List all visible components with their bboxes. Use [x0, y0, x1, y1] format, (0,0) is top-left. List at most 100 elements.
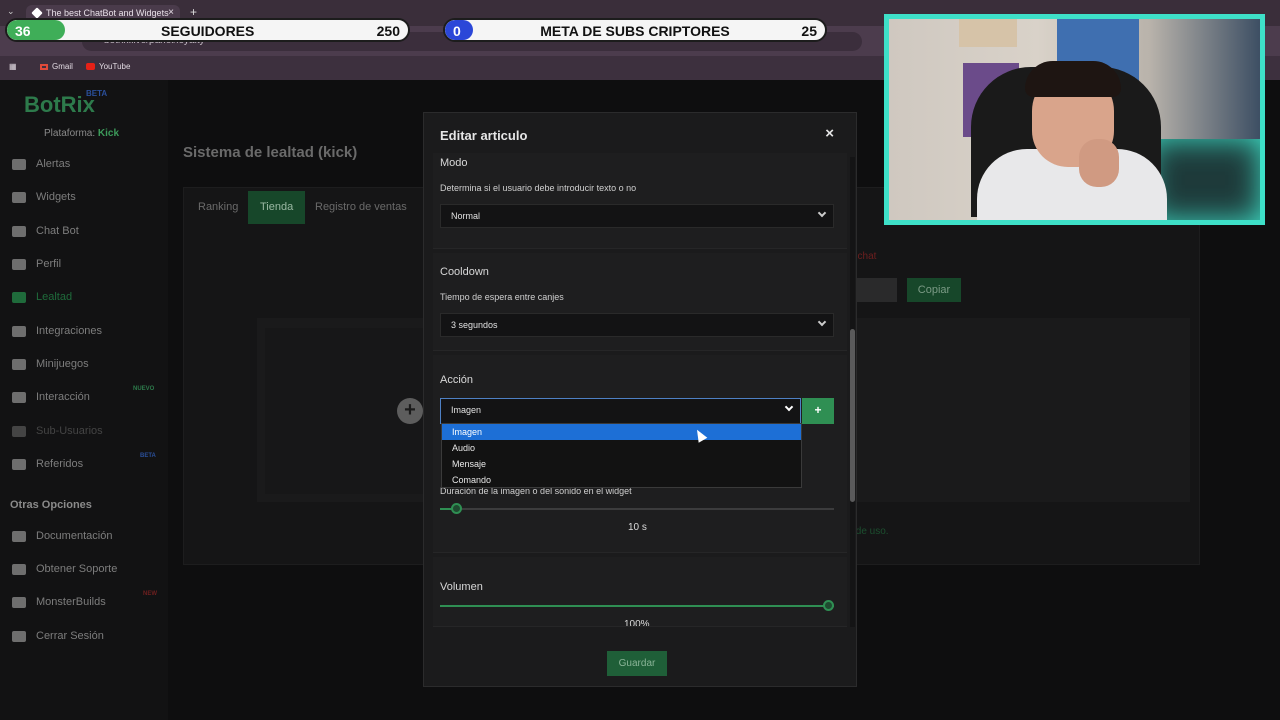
plugin-icon	[12, 325, 26, 337]
bookmark-gmail[interactable]: Gmail	[40, 62, 73, 71]
modo-label: Modo	[440, 157, 468, 169]
tab-close-icon[interactable]: ×	[168, 7, 174, 18]
users-icon	[12, 425, 26, 437]
sidebar-item-label: Minijuegos	[36, 358, 89, 370]
poster	[959, 19, 1017, 47]
tab-title: The best ChatBot and Widgets	[46, 8, 169, 18]
volume-slider-fill	[440, 605, 834, 607]
modo-select[interactable]: Normal	[440, 204, 834, 228]
platform-indicator: Plataforma: Kick	[44, 128, 119, 139]
monitor-icon	[12, 596, 26, 608]
option-imagen[interactable]: Imagen	[442, 424, 801, 440]
modal-title: Editar articulo	[440, 128, 528, 143]
other-option-label: Obtener Soporte	[36, 563, 118, 575]
modo-section: Modo Determina si el usuario debe introd…	[433, 153, 847, 249]
accion-value: Imagen	[451, 405, 482, 415]
bookmark-gmail-label: Gmail	[52, 62, 73, 71]
person-hand	[1079, 139, 1119, 187]
sidebar-badge: NUEVO	[133, 386, 155, 392]
cooldown-desc: Tiempo de espera entre canjes	[440, 292, 564, 302]
webcam-overlay	[884, 14, 1265, 225]
cooldown-value: 3 segundos	[451, 320, 498, 330]
other-option-monsterbuilds[interactable]: MonsterBuilds	[12, 596, 106, 608]
sidebar-item-integraciones[interactable]: Integraciones	[12, 325, 102, 337]
other-option-label: Documentación	[36, 530, 113, 542]
sidebar-item-interacci-n[interactable]: Interacción	[12, 391, 90, 403]
followers-current: 36	[15, 23, 31, 39]
volumen-label: Volumen	[440, 581, 483, 593]
accion-select[interactable]: Imagen	[440, 398, 801, 424]
sidebar-item-sub-usuarios[interactable]: Sub-Usuarios	[12, 425, 103, 437]
other-option-cerrar-sesi-n[interactable]: Cerrar Sesión	[12, 630, 104, 642]
sidebar-item-lealtad[interactable]: Lealtad	[12, 291, 72, 303]
tab-search-icon[interactable]: ⌄	[7, 6, 15, 17]
tab-registro-ventas[interactable]: Registro de ventas	[303, 191, 419, 224]
duration-slider[interactable]	[440, 503, 834, 514]
youtube-icon	[86, 63, 95, 71]
followers-title: SEGUIDORES	[161, 23, 255, 39]
chevron-down-icon	[817, 317, 827, 327]
tab-tienda[interactable]: Tienda	[248, 191, 306, 224]
subs-goal-bar: 0 META DE SUBS CRIPTORES 25	[443, 18, 827, 42]
sidebar-item-chat-bot[interactable]: Chat Bot	[12, 225, 79, 237]
referral-icon	[12, 458, 26, 470]
sidebar-item-referidos[interactable]: Referidos	[12, 458, 83, 470]
duration-slider-thumb[interactable]	[450, 503, 462, 514]
volume-slider[interactable]	[440, 600, 834, 611]
new-tab-icon[interactable]: +	[190, 5, 197, 19]
platform-label: Plataforma:	[44, 128, 96, 139]
save-button[interactable]: Guardar	[607, 651, 667, 676]
sidebar-item-alertas[interactable]: Alertas	[12, 158, 70, 170]
sidebar-item-minijuegos[interactable]: Minijuegos	[12, 358, 89, 370]
logo[interactable]: BotRix	[24, 92, 95, 118]
chevron-down-icon	[817, 208, 827, 218]
id-card-icon	[12, 258, 26, 270]
cooldown-select[interactable]: 3 segundos	[440, 313, 834, 337]
music-icon	[12, 391, 26, 403]
sidebar-badge: BETA	[140, 453, 156, 459]
apps-grid-icon[interactable]: ▦	[9, 62, 17, 71]
bookmark-youtube[interactable]: YouTube	[86, 62, 130, 71]
followers-goal-bar: 36 SEGUIDORES 250	[5, 18, 410, 42]
robot-icon	[12, 225, 26, 237]
other-option-documentaci-n[interactable]: Documentación	[12, 530, 112, 542]
person-hair	[1025, 61, 1121, 97]
tab-ranking[interactable]: Ranking	[186, 191, 250, 224]
accion-label: Acción	[440, 374, 474, 386]
cooldown-label: Cooldown	[440, 266, 489, 278]
close-icon[interactable]: ×	[825, 125, 834, 142]
sidebar-item-label: Perfil	[36, 258, 62, 270]
add-item-icon[interactable]: +	[397, 398, 423, 424]
sidebar-item-perfil[interactable]: Perfil	[12, 258, 61, 270]
other-option-obtener-soporte[interactable]: Obtener Soporte	[12, 563, 117, 575]
sidebar-item-label: Lealtad	[36, 291, 73, 303]
sidebar-item-label: Alertas	[36, 158, 71, 170]
subs-goal: 25	[801, 23, 817, 39]
platform-value: Kick	[97, 128, 120, 139]
option-mensaje[interactable]: Mensaje	[442, 456, 801, 472]
volume-slider-thumb[interactable]	[823, 600, 834, 611]
sidebar-item-widgets[interactable]: Widgets	[12, 191, 76, 203]
sidebar: BotRix BETA Plataforma: Kick Alertas Widg…	[0, 80, 168, 720]
duration-value: 10 s	[628, 522, 647, 533]
option-comando[interactable]: Comando	[442, 472, 801, 488]
other-option-label: Cerrar Sesión	[36, 630, 104, 642]
sidebar-item-label: Integraciones	[36, 325, 103, 337]
modal-scrollbar-thumb[interactable]	[850, 329, 855, 502]
widgets-icon	[12, 191, 26, 203]
followers-goal: 250	[376, 23, 400, 39]
add-action-button[interactable]: +	[802, 398, 834, 424]
logout-icon	[12, 630, 26, 642]
botrix-favicon-icon	[31, 7, 43, 19]
volumen-section	[433, 557, 847, 627]
bookmark-youtube-label: YouTube	[99, 62, 131, 71]
gmail-icon	[40, 63, 48, 70]
sidebar-item-label: Widgets	[36, 191, 76, 203]
volume-value: 100%	[624, 619, 650, 626]
sidebar-badge: NEW	[143, 591, 157, 597]
copy-button[interactable]: Copiar	[907, 278, 961, 302]
cooldown-section: Cooldown Tiempo de espera entre canjes 3…	[433, 253, 847, 351]
option-audio[interactable]: Audio	[442, 440, 801, 456]
warning-icon	[12, 158, 26, 170]
book-icon	[12, 530, 26, 542]
